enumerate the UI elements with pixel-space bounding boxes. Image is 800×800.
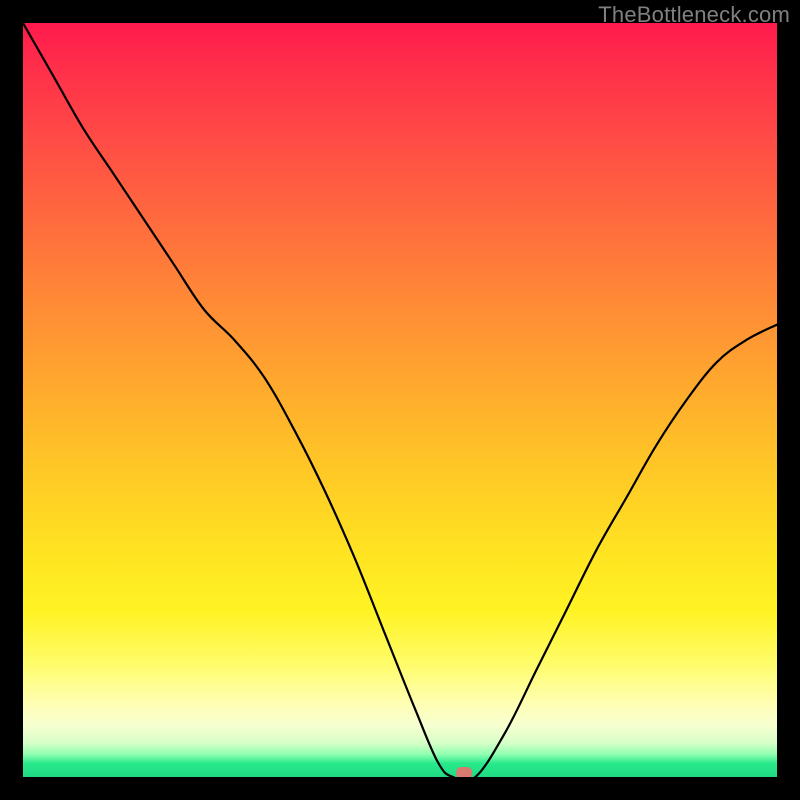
bottleneck-curve — [23, 23, 777, 777]
curve-layer — [23, 23, 777, 777]
chart-frame: TheBottleneck.com — [0, 0, 800, 800]
optimal-point-marker — [456, 767, 472, 777]
watermark-text: TheBottleneck.com — [598, 2, 790, 28]
plot-area — [23, 23, 777, 777]
